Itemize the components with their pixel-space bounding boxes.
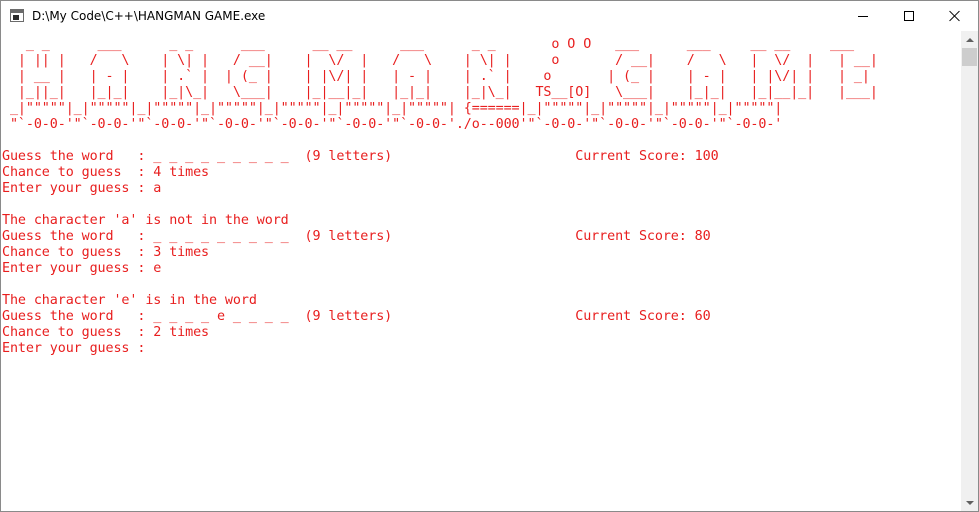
window-title: D:\My Code\C++\HANGMAN GAME.exe — [32, 9, 266, 23]
banner-line: "`-0-0-'"`-0-0-'"`-0-0-'"`-0-0-'"`-0-0-'… — [2, 117, 783, 132]
console-prompt[interactable]: Enter your guess : — [2, 341, 145, 356]
banner-line: _|"""""|_|"""""|_|"""""|_|"""""|_|"""""|… — [2, 101, 783, 116]
maximize-button[interactable] — [886, 1, 932, 31]
console-line: Chance to guess : 2 times — [2, 325, 210, 340]
console-line: Guess the word : _ _ _ _ e _ _ _ _ (9 le… — [2, 309, 711, 324]
console-window: D:\My Code\C++\HANGMAN GAME.exe _ _ ___ … — [0, 0, 979, 512]
banner-line: | || | / \ | \| | / __| | \/ | / \ | \| … — [2, 53, 886, 68]
console-app-icon — [10, 9, 24, 22]
console-text: _ _ ___ _ _ ___ __ __ ___ _ _ o O O ___ … — [2, 37, 886, 357]
console-line: The character 'a' is not in the word — [2, 213, 289, 228]
console-line: Guess the word : _ _ _ _ _ _ _ _ _ (9 le… — [2, 229, 711, 244]
scroll-down-button[interactable] — [961, 494, 978, 511]
vertical-scrollbar[interactable] — [961, 31, 978, 511]
scroll-thumb[interactable] — [962, 48, 977, 66]
console-output-area[interactable]: _ _ ___ _ _ ___ __ __ ___ _ _ o O O ___ … — [1, 31, 961, 511]
console-line: Enter your guess : a — [2, 181, 162, 196]
arrow-up-icon — [965, 37, 974, 42]
scroll-up-button[interactable] — [961, 31, 978, 48]
arrow-down-icon — [965, 500, 974, 505]
maximize-icon — [904, 11, 914, 21]
console-line: Enter your guess : e — [2, 261, 162, 276]
banner-line: _ _ ___ _ _ ___ __ __ ___ _ _ o O O ___ … — [2, 37, 870, 52]
minimize-button[interactable] — [840, 1, 886, 31]
console-line: Chance to guess : 4 times — [2, 165, 210, 180]
banner-line: | __ | | - | | .` | | (_ | | |\/| | | - … — [2, 69, 886, 84]
title-bar[interactable]: D:\My Code\C++\HANGMAN GAME.exe — [1, 1, 978, 31]
close-icon — [949, 10, 961, 22]
minimize-icon — [858, 15, 868, 17]
console-line: Chance to guess : 3 times — [2, 245, 210, 260]
console-line: Guess the word : _ _ _ _ _ _ _ _ _ (9 le… — [2, 149, 719, 164]
console-line: The character 'e' is in the word — [2, 293, 257, 308]
close-button[interactable] — [932, 1, 978, 31]
banner-line: |_||_| |_|_| |_|\_| \___| |_|__|_| |_|_|… — [2, 85, 886, 100]
